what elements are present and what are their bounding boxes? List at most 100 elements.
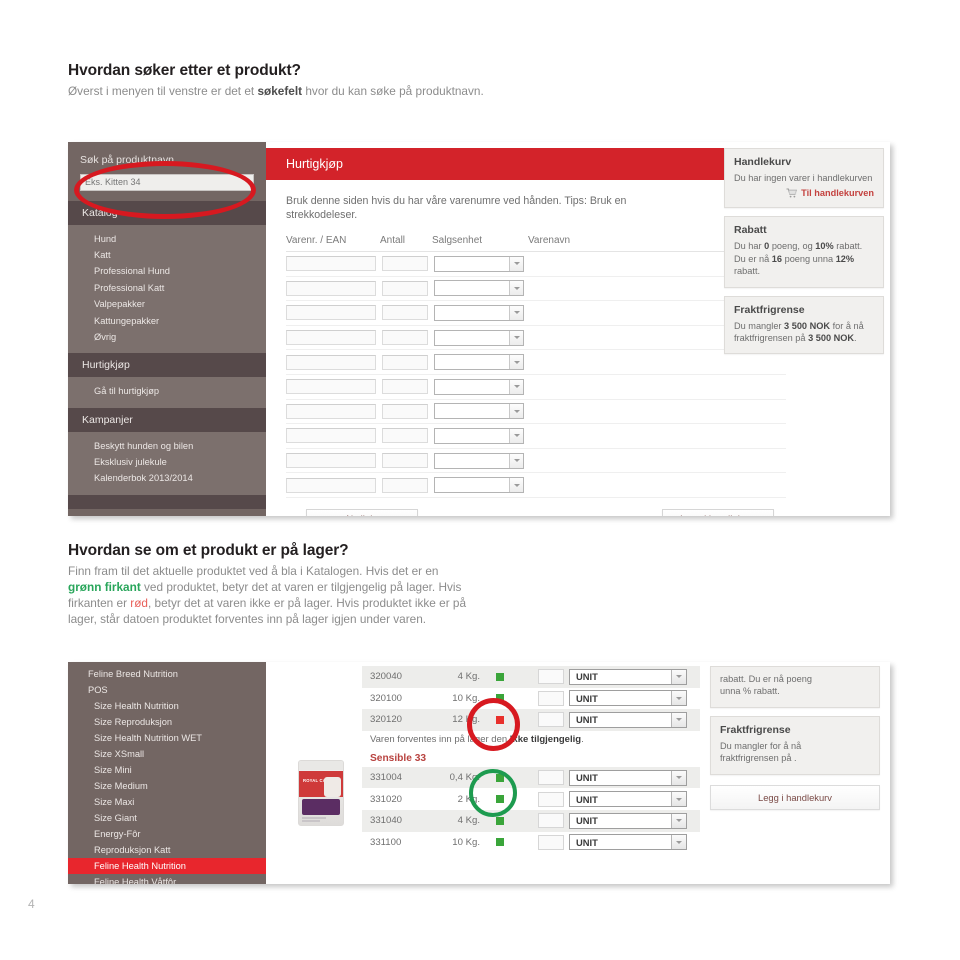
varenr-input[interactable] bbox=[286, 354, 376, 370]
sidebar-item-size-giant[interactable]: Size Giant bbox=[68, 810, 266, 826]
page-number: 4 bbox=[28, 897, 35, 911]
chevron-down-icon bbox=[509, 428, 523, 443]
freight-card-title: Fraktfrigrense bbox=[734, 303, 805, 316]
unit-select[interactable]: UNIT bbox=[569, 812, 687, 829]
chevron-down-icon bbox=[509, 478, 523, 493]
salgsenhet-select[interactable] bbox=[434, 329, 524, 346]
product-row: 331100 10 Kg. UNIT bbox=[362, 832, 700, 854]
varenr-input[interactable] bbox=[286, 305, 376, 321]
antall-input[interactable] bbox=[382, 256, 428, 272]
quantity-input[interactable] bbox=[538, 770, 564, 786]
product-group-top: 320040 4 Kg. UNIT 320100 10 Kg. UNIT 320120 12 … bbox=[362, 666, 700, 731]
salgsenhet-select[interactable] bbox=[434, 354, 524, 371]
sidebar-item-feline-health-nutrition[interactable]: Feline Health Nutrition bbox=[68, 858, 276, 874]
sidebar-item-feline-health-v-tf-r[interactable]: Feline Health Våtfôr bbox=[68, 874, 266, 884]
varenr-input[interactable] bbox=[286, 428, 376, 444]
shot2-main: ROYAL CANIN 320040 4 Kg. UNIT 320100 10 Kg. U… bbox=[266, 662, 704, 884]
quantity-input[interactable] bbox=[538, 669, 564, 685]
unit-select[interactable]: UNIT bbox=[569, 711, 687, 728]
varenr-input[interactable] bbox=[286, 330, 376, 346]
antall-input[interactable] bbox=[382, 453, 428, 469]
sidebar-item-size-xsmall[interactable]: Size XSmall bbox=[68, 746, 266, 762]
chevron-down-icon bbox=[509, 281, 523, 296]
antall-input[interactable] bbox=[382, 428, 428, 444]
salgsenhet-select[interactable] bbox=[434, 452, 524, 469]
varenr-input[interactable] bbox=[286, 280, 376, 296]
chevron-down-icon bbox=[509, 453, 523, 468]
section1-body-post: hvor du kan søke på produktnavn. bbox=[302, 84, 484, 98]
chevron-down-icon bbox=[509, 355, 523, 370]
product-group-sensible33: 331004 0,4 Kg. UNIT 331020 2 Kg. UNIT 331040 4 … bbox=[362, 766, 700, 854]
salgsenhet-select[interactable] bbox=[434, 304, 524, 321]
section1-body: Øverst i menyen til venstre er det et sø… bbox=[68, 83, 498, 99]
salgsenhet-select[interactable] bbox=[434, 255, 524, 272]
antall-input[interactable] bbox=[382, 330, 428, 346]
shot1-right-column: Handlekurv Du har ingen varer i handleku… bbox=[724, 142, 890, 362]
chevron-down-icon bbox=[671, 669, 686, 684]
varenr-input[interactable] bbox=[286, 453, 376, 469]
sidebar-item-size-maxi[interactable]: Size Maxi bbox=[68, 794, 266, 810]
sidebar-item-beskytt-hunden-og-bilen[interactable]: Beskytt hunden og bilen bbox=[68, 438, 266, 454]
varenr-input[interactable] bbox=[286, 256, 376, 272]
unit-select[interactable]: UNIT bbox=[569, 769, 687, 786]
unit-select[interactable]: UNIT bbox=[569, 690, 687, 707]
quantity-input[interactable] bbox=[538, 791, 564, 807]
sidebar-item-size-health-nutrition-wet[interactable]: Size Health Nutrition WET bbox=[68, 730, 266, 746]
antall-input[interactable] bbox=[382, 305, 428, 321]
add-to-cart-button[interactable]: Legg i handlekurv bbox=[662, 508, 774, 516]
sidebar-item-kalenderbok[interactable]: Kalenderbok 2013/2014 bbox=[68, 470, 266, 486]
varenr-input[interactable] bbox=[286, 379, 376, 395]
antall-input[interactable] bbox=[382, 379, 428, 395]
varenr-input[interactable] bbox=[286, 403, 376, 419]
antall-input[interactable] bbox=[382, 280, 428, 296]
sidebar-item-size-medium[interactable]: Size Medium bbox=[68, 778, 266, 794]
sidebar-item-pos[interactable]: POS bbox=[68, 682, 266, 698]
sidebar-item-feline-breed-nutrition[interactable]: Feline Breed Nutrition bbox=[68, 666, 266, 682]
sidebar-item-professional-hund[interactable]: Professional Hund bbox=[68, 263, 266, 279]
unit-select[interactable]: UNIT bbox=[569, 791, 687, 808]
stock-status-square bbox=[480, 672, 520, 681]
unit-select-value: UNIT bbox=[576, 671, 598, 683]
sidebar-item-size-mini[interactable]: Size Mini bbox=[68, 762, 266, 778]
sidebar-item-eksklusiv-julekule[interactable]: Eksklusiv julekule bbox=[68, 454, 266, 470]
salgsenhet-select[interactable] bbox=[434, 427, 524, 444]
unit-select[interactable]: UNIT bbox=[569, 668, 687, 685]
chevron-down-icon bbox=[509, 305, 523, 320]
salgsenhet-select[interactable] bbox=[434, 280, 524, 297]
discount-card: Rabatt Du har 0 poeng, og 10% rabatt. Du… bbox=[724, 216, 884, 288]
sidebar-item-hund[interactable]: Hund bbox=[68, 231, 266, 247]
go-to-cart-link[interactable]: Til handlekurven bbox=[734, 188, 874, 198]
quantity-input[interactable] bbox=[538, 690, 564, 706]
new-line-button[interactable]: Ny linje bbox=[306, 508, 418, 516]
sidebar-item-professional-katt[interactable]: Professional Katt bbox=[68, 280, 266, 296]
unit-select-value: UNIT bbox=[576, 793, 598, 805]
salgsenhet-select[interactable] bbox=[434, 378, 524, 395]
sidebar-item-size-health-nutrition[interactable]: Size Health Nutrition bbox=[68, 698, 266, 714]
salgsenhet-select[interactable] bbox=[434, 477, 524, 494]
sidebar-item-reproduksjon-katt[interactable]: Reproduksjon Katt bbox=[68, 842, 266, 858]
antall-input[interactable] bbox=[382, 403, 428, 419]
sidebar-heading-katalog: Katalog bbox=[68, 200, 266, 225]
add-to-cart-button-2[interactable]: Legg i handlekurv bbox=[710, 784, 880, 810]
screenshot-catalog: Feline Breed Nutrition POS Size Health Nut… bbox=[68, 662, 890, 884]
quantity-input[interactable] bbox=[538, 834, 564, 850]
antall-input[interactable] bbox=[382, 354, 428, 370]
sidebar-item-size-reproduksjon[interactable]: Size Reproduksjon bbox=[68, 714, 266, 730]
sidebar-item-kattungepakker[interactable]: Kattungepakker bbox=[68, 312, 266, 328]
antall-input[interactable] bbox=[382, 477, 428, 493]
salgsenhet-select[interactable] bbox=[434, 403, 524, 420]
product-size: 12 Kg. bbox=[452, 714, 480, 726]
sidebar-item-ga-til-hurtigkjop[interactable]: Gå til hurtigkjøp bbox=[68, 383, 266, 399]
unit-select[interactable]: UNIT bbox=[569, 834, 687, 851]
sidebar-item-energy-f-r[interactable]: Energy-Fôr bbox=[68, 826, 266, 842]
sidebar-item-valpepakker[interactable]: Valpepakker bbox=[68, 296, 266, 312]
sidebar-item-ovrig[interactable]: Øvrig bbox=[68, 329, 266, 345]
varenr-input[interactable] bbox=[286, 477, 376, 493]
sidebar-group-katalog: Hund Katt Professional Hund Professional… bbox=[68, 224, 266, 354]
cart-card: Handlekurv Du har ingen varer i handleku… bbox=[724, 148, 884, 209]
quantity-input[interactable] bbox=[538, 813, 564, 829]
freight-card: Fraktfrigrense Du mangler 3 500 NOK for … bbox=[724, 295, 884, 355]
quantity-input[interactable] bbox=[538, 712, 564, 728]
product-search-input[interactable] bbox=[80, 173, 254, 191]
sidebar-item-katt[interactable]: Katt bbox=[68, 247, 266, 263]
